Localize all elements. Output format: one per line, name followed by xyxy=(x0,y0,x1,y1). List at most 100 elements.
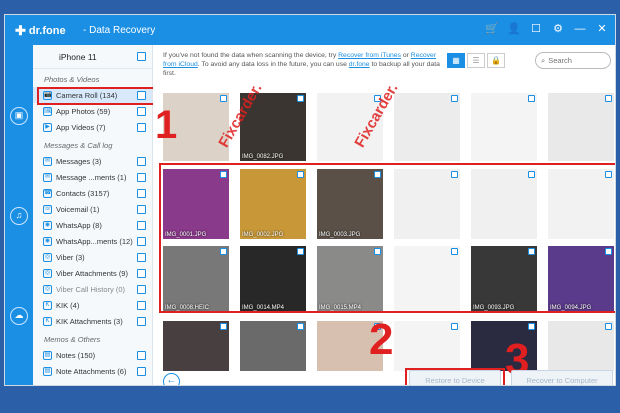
sidebar-item-checkbox[interactable] xyxy=(137,172,146,182)
restore-to-device-button[interactable]: Restore to Device xyxy=(409,370,501,385)
minimize-icon[interactable]: — xyxy=(573,22,587,36)
photo-checkbox[interactable] xyxy=(220,95,227,102)
close-icon[interactable]: ✕ xyxy=(595,22,609,36)
photo-thumbnail[interactable] xyxy=(548,321,614,371)
sidebar-item[interactable]: ◉ WhatsApp...ments (12) xyxy=(33,233,152,249)
photo-image xyxy=(548,93,614,161)
sidebar-item-label: KIK Attachments (3) xyxy=(56,316,123,326)
drfone-link[interactable]: dr.fone xyxy=(349,61,370,68)
photo-checkbox[interactable] xyxy=(297,95,304,102)
settings-icon[interactable]: ⚙ xyxy=(551,22,565,36)
category-icon: ▤ xyxy=(43,366,52,376)
sidebar-item-checkbox[interactable] xyxy=(137,156,146,166)
sidebar-item[interactable]: 🖼 App Photos (59) xyxy=(33,103,152,119)
photo-thumbnail[interactable] xyxy=(240,321,306,371)
sidebar-item-label: WhatsApp (8) xyxy=(56,220,102,230)
sidebar-section-title: Messages & Call log xyxy=(44,141,113,150)
photo-checkbox[interactable] xyxy=(605,95,612,102)
sidebar-item[interactable]: ▤ Notes (150) xyxy=(33,347,152,363)
notice-or: or xyxy=(402,52,409,59)
sidebar-item-checkbox[interactable] xyxy=(137,204,146,214)
cart-icon[interactable]: 🛒 xyxy=(485,22,499,36)
sidebar-item-checkbox[interactable] xyxy=(137,316,146,326)
category-icon: ◎ xyxy=(43,284,52,294)
photo-thumbnail[interactable] xyxy=(548,93,614,161)
sidebar-item-checkbox[interactable] xyxy=(137,106,146,116)
sidebar-item-checkbox[interactable] xyxy=(137,366,146,376)
photo-filename: IMG_0082.JPG xyxy=(242,154,284,160)
device-select-checkbox[interactable] xyxy=(137,52,146,61)
user-icon[interactable]: 👤 xyxy=(507,22,521,36)
category-icon: ◎ xyxy=(43,268,52,278)
category-icon: ▤ xyxy=(43,350,52,360)
sidebar-item-label: Note Attachments (6) xyxy=(56,366,127,376)
photo-thumbnail[interactable] xyxy=(394,321,460,371)
sidebar-item[interactable]: ▤ Note Attachments (6) xyxy=(33,363,152,379)
category-icon: ✉ xyxy=(43,172,52,182)
category-icon: ◎ xyxy=(43,252,52,262)
itunes-recovery-icon[interactable]: ♫ xyxy=(10,207,28,225)
photo-image xyxy=(394,93,460,161)
recover-to-computer-button[interactable]: Recover to Computer xyxy=(511,370,613,385)
photo-thumbnail[interactable] xyxy=(394,93,460,161)
sidebar-item[interactable]: ◎ Viber (3) xyxy=(33,249,152,265)
photo-thumbnail[interactable] xyxy=(471,93,537,161)
category-icon: ◉ xyxy=(43,236,52,246)
sidebar-item[interactable]: ✉ Messages (3) xyxy=(33,153,152,169)
device-row: iPhone 11 xyxy=(33,45,152,69)
grid-view-icon[interactable]: ▦ xyxy=(447,53,465,68)
photo-checkbox[interactable] xyxy=(605,323,612,330)
feedback-icon[interactable]: ☐ xyxy=(529,22,543,36)
category-icon: 🖼 xyxy=(43,106,52,116)
recover-itunes-link[interactable]: Recover from iTunes xyxy=(338,52,401,59)
notice-text: If you've not found the data when scanni… xyxy=(163,52,337,59)
sidebar-item[interactable]: ◎ Viber Attachments (9) xyxy=(33,265,152,281)
device-recovery-icon[interactable]: ▣ xyxy=(10,107,28,125)
sidebar-item-checkbox[interactable] xyxy=(137,284,146,294)
main-panel: If you've not found the data when scanni… xyxy=(153,45,615,385)
sidebar-item-checkbox[interactable] xyxy=(137,220,146,230)
photo-thumbnail[interactable] xyxy=(163,321,229,371)
sidebar-item-label: Messages (3) xyxy=(56,156,102,166)
sidebar-item[interactable]: ☎ Contacts (3157) xyxy=(33,185,152,201)
sidebar-item-checkbox[interactable] xyxy=(137,350,146,360)
photo-checkbox[interactable] xyxy=(451,95,458,102)
list-view-icon[interactable]: ☰ xyxy=(467,53,485,68)
sidebar-item-label: Viber Attachments (9) xyxy=(56,268,128,278)
photo-checkbox[interactable] xyxy=(528,323,535,330)
sidebar-item-label: Viber (3) xyxy=(56,252,85,262)
sidebar-item-checkbox[interactable] xyxy=(137,268,146,278)
annotation-1: 1 xyxy=(155,103,178,147)
sidebar-item[interactable]: K KIK (4) xyxy=(33,297,152,313)
sidebar-item-checkbox[interactable] xyxy=(137,188,146,198)
sidebar-item[interactable]: ◎ Viber Call History (0) xyxy=(33,281,152,297)
drfone-logo-icon: ✚ xyxy=(15,23,26,38)
back-arrow-icon[interactable]: ← xyxy=(163,373,180,385)
title-bar: ✚ dr.fone - Data Recovery 🛒 👤 ☐ ⚙ — ✕ xyxy=(5,15,615,45)
category-icon: ◉ xyxy=(43,220,52,230)
category-icon: ☎ xyxy=(43,188,52,198)
sidebar-item-checkbox[interactable] xyxy=(137,236,146,246)
sidebar-item-checkbox[interactable] xyxy=(137,300,146,310)
sidebar-section-title: Memos & Others xyxy=(44,335,101,344)
photo-checkbox[interactable] xyxy=(528,95,535,102)
recovery-notice: If you've not found the data when scanni… xyxy=(163,51,443,78)
brand-name: dr.fone xyxy=(28,25,66,37)
sidebar-item[interactable]: ☏ Voicemail (1) xyxy=(33,201,152,217)
photo-checkbox[interactable] xyxy=(297,323,304,330)
photo-checkbox[interactable] xyxy=(220,323,227,330)
sidebar-item-label: WhatsApp...ments (12) xyxy=(56,236,133,246)
icloud-recovery-icon[interactable]: ☁ xyxy=(10,307,28,325)
sidebar-item-checkbox[interactable] xyxy=(137,252,146,262)
sidebar-item-checkbox[interactable] xyxy=(137,122,146,132)
photo-checkbox[interactable] xyxy=(451,323,458,330)
sidebar-item[interactable]: ✉ Message ...ments (1) xyxy=(33,169,152,185)
search-input[interactable] xyxy=(548,56,599,65)
sidebar-item[interactable]: K KIK Attachments (3) xyxy=(33,313,152,329)
search-box[interactable]: ⌕ xyxy=(535,52,611,69)
mode-rail: ▣ ♫ ☁ xyxy=(5,45,33,385)
sidebar-item[interactable]: ◉ WhatsApp (8) xyxy=(33,217,152,233)
sidebar-item[interactable]: ▶ App Videos (7) xyxy=(33,119,152,135)
category-icon: ✉ xyxy=(43,156,52,166)
lock-filter-icon[interactable]: 🔒 xyxy=(487,53,505,68)
